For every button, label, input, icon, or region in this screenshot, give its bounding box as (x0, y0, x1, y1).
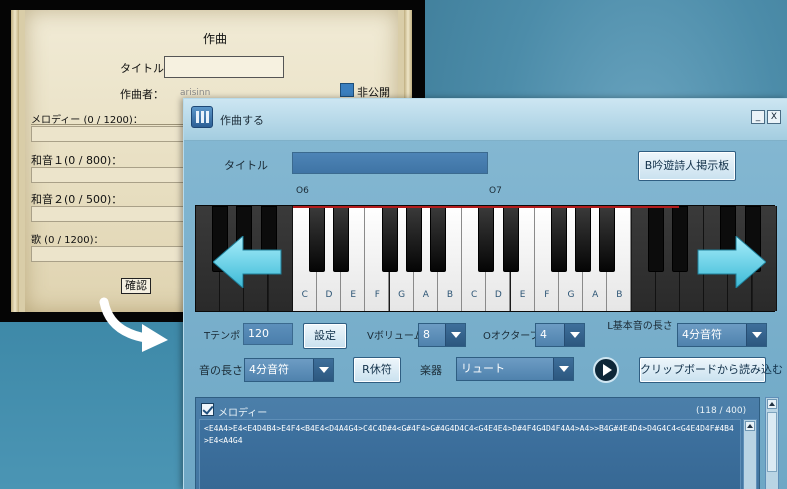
title-input[interactable] (292, 152, 488, 174)
play-icon[interactable] (593, 357, 619, 383)
note-length-label: 音の長さ (199, 364, 243, 377)
rest-button[interactable]: R休符 (353, 357, 401, 383)
close-button[interactable]: X (767, 110, 781, 124)
melody-scrollbar[interactable] (743, 419, 757, 489)
piano-black-key-disabled (672, 206, 688, 272)
piano-black-key[interactable] (599, 206, 616, 272)
minimize-button[interactable]: _ (751, 110, 765, 124)
scroll-title-input[interactable] (164, 56, 284, 78)
key-note-label: G (567, 290, 575, 300)
title-label: タイトル (224, 159, 268, 172)
piano-black-key[interactable] (551, 206, 567, 272)
volume-select[interactable]: 8 (418, 323, 466, 347)
volume-label: Vボリューム (367, 331, 424, 342)
harmony2-field[interactable] (31, 206, 201, 222)
panel-scrollbar[interactable] (765, 397, 779, 489)
volume-value: 8 (423, 328, 430, 341)
window-titlebar[interactable]: 作曲する _ X (184, 99, 787, 141)
melody-checkbox[interactable] (201, 403, 214, 416)
key-note-label: D (494, 290, 502, 300)
piano-black-key[interactable] (478, 206, 495, 272)
piano-keyboard: CDEFGABCDEFGAB (195, 205, 777, 312)
private-checkbox[interactable] (340, 83, 354, 97)
piano-black-key[interactable] (333, 206, 350, 272)
melody-count: (118 / 400) (696, 406, 747, 416)
key-note-label: B (616, 290, 623, 300)
set-tempo-button[interactable]: 設定 (303, 323, 347, 349)
octave-left-arrow-icon[interactable] (213, 236, 283, 288)
bard-board-button[interactable]: B吟遊詩人掲示板 (638, 151, 736, 181)
chevron-down-icon[interactable] (445, 324, 465, 346)
scroll-title: 作曲 (203, 32, 228, 46)
base-length-select[interactable]: 4分音符 (677, 323, 767, 347)
base-length-label: L基本音の長さ (607, 321, 673, 332)
scroll-composer-value: arisinn (180, 88, 211, 98)
curved-arrow-icon (99, 297, 168, 352)
octave-value: 4 (540, 328, 547, 341)
piano-black-key[interactable] (430, 206, 446, 272)
scroll-song-label: 歌 (0 / 1200)： (31, 235, 104, 246)
note-length-value: 4分音符 (249, 363, 289, 376)
active-range-indicator (293, 206, 679, 208)
chevron-down-icon[interactable] (553, 358, 573, 380)
scroll-harmony1-label: 和音１(0 / 800)： (31, 154, 123, 167)
song-field[interactable] (31, 246, 201, 262)
key-note-label: E (519, 290, 526, 300)
note-length-select[interactable]: 4分音符 (244, 358, 334, 382)
piano-black-key[interactable] (309, 206, 325, 272)
tempo-label: Tテンポ (204, 331, 241, 342)
piano-app-icon (191, 106, 213, 128)
compose-window: 作曲する _ X タイトル B吟遊詩人掲示板 O6 O7 C D E F G A B C D E F… (183, 98, 787, 489)
piano-black-key-disabled (647, 206, 664, 272)
piano-black-key[interactable] (405, 206, 422, 272)
piano-black-key[interactable] (381, 206, 398, 272)
octave-label: Oオクターブ (483, 331, 540, 342)
base-length-value: 4分音符 (682, 328, 722, 341)
octave7-label: O7 (489, 186, 502, 196)
scroll-composer-label: 作曲者： (120, 88, 164, 101)
key-note-label: C (471, 290, 478, 300)
melody-label: メロディー (218, 408, 268, 419)
key-note-label: B (446, 290, 454, 300)
chevron-down-icon[interactable] (313, 359, 333, 381)
octave-select[interactable]: 4 (535, 323, 585, 347)
harmony1-field[interactable] (31, 167, 201, 183)
scrollbar-thumb[interactable] (767, 412, 777, 472)
octave-right-arrow-icon[interactable] (696, 236, 766, 288)
melody-panel: メロディー (118 / 400) <E4A4>E4<E4D4B4>E4F4<B… (195, 397, 760, 489)
key-note-label: E (350, 290, 357, 300)
scroll-up-icon[interactable] (767, 399, 777, 409)
chevron-down-icon[interactable] (746, 324, 766, 346)
tempo-input[interactable]: 120 (243, 323, 293, 345)
key-note-label: D (325, 290, 333, 300)
piano-black-key[interactable] (575, 206, 592, 272)
instrument-value: リュート (461, 362, 505, 375)
scroll-up-icon[interactable] (745, 421, 755, 431)
key-note-label: C (301, 290, 308, 300)
octave6-label: O6 (296, 186, 309, 196)
melody-textarea[interactable]: <E4A4>E4<E4D4B4>E4F4<B4E4<D4A4G4>C4C4D#4… (199, 419, 741, 489)
scroll-harmony2-label: 和音２(0 / 500)： (31, 193, 123, 206)
melody-line (31, 124, 201, 125)
instrument-select[interactable]: リュート (456, 357, 574, 381)
key-note-label: A (592, 290, 599, 300)
instrument-label: 楽器 (420, 364, 442, 377)
key-note-label: F (544, 290, 550, 300)
key-note-label: F (374, 290, 380, 300)
melody-field[interactable] (31, 126, 201, 142)
key-note-label: G (398, 290, 406, 300)
key-note-label: A (422, 290, 429, 300)
window-title: 作曲する (220, 114, 264, 127)
piano-black-key[interactable] (502, 206, 519, 272)
confirm-button[interactable]: 確認 (121, 278, 151, 294)
load-clipboard-button[interactable]: クリップボードから読み込む (639, 357, 783, 383)
chevron-down-icon[interactable] (564, 324, 584, 346)
